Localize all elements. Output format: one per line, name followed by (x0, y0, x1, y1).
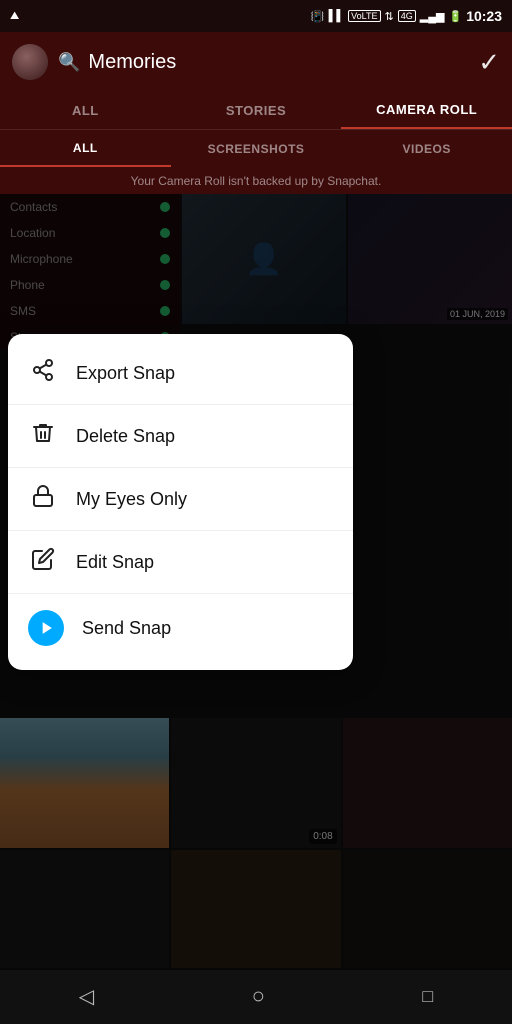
tab-videos[interactable]: VIDEOS (341, 132, 512, 166)
signal-icon: ▌▌ (329, 10, 345, 22)
edit-icon (28, 547, 58, 577)
status-left: ⛰ (10, 10, 19, 23)
4g-label: 4G (398, 10, 416, 22)
content-area: Contacts Location Microphone Phone SMS S… (0, 194, 512, 970)
page-title: Memories (88, 51, 176, 74)
volte-label: VoLTE (348, 10, 380, 22)
delete-snap-label: Delete Snap (76, 426, 175, 447)
tabs-row1: ALL STORIES CAMERA ROLL (0, 92, 512, 130)
tab-all[interactable]: ALL (0, 93, 171, 128)
tab-all-media[interactable]: ALL (0, 131, 171, 167)
photo-icon: ⛰ (10, 10, 19, 23)
backup-message: Your Camera Roll isn't backed up by Snap… (0, 168, 512, 194)
export-snap-label: Export Snap (76, 363, 175, 384)
recent-apps-button[interactable]: □ (422, 986, 433, 1007)
signal-bars-icon: ▂▄▆ (420, 10, 445, 23)
vibrate-icon: 📳 (311, 10, 325, 23)
edit-snap-button[interactable]: Edit Snap (8, 531, 353, 594)
avatar[interactable] (12, 44, 48, 80)
home-button[interactable]: ○ (252, 983, 265, 1009)
status-right: 📳 ▌▌ VoLTE ⇅ 4G ▂▄▆ 🔋 10:23 (311, 8, 502, 24)
top-bar: 🔍 Memories ✓ (0, 32, 512, 92)
trash-icon (28, 421, 58, 451)
context-menu: Export Snap Delete Snap My (8, 334, 353, 670)
tabs-row2: ALL SCREENSHOTS VIDEOS (0, 130, 512, 168)
eyes-only-label: My Eyes Only (76, 489, 187, 510)
top-bar-left: 🔍 Memories (12, 44, 176, 80)
tab-camera-roll[interactable]: CAMERA ROLL (341, 92, 512, 129)
export-snap-button[interactable]: Export Snap (8, 342, 353, 405)
data-arrow-icon: ⇅ (385, 10, 394, 23)
search-icon[interactable]: 🔍 (58, 52, 80, 73)
eyes-only-button[interactable]: My Eyes Only (8, 468, 353, 531)
send-snap-label: Send Snap (82, 618, 171, 639)
back-button[interactable]: ◁ (79, 984, 94, 1009)
status-bar: ⛰ 📳 ▌▌ VoLTE ⇅ 4G ▂▄▆ 🔋 10:23 (0, 0, 512, 32)
search-row: 🔍 Memories (58, 51, 176, 74)
tab-screenshots[interactable]: SCREENSHOTS (171, 132, 342, 166)
send-icon (28, 610, 64, 646)
tab-stories[interactable]: STORIES (171, 93, 342, 128)
bottom-nav: ◁ ○ □ (0, 968, 512, 1024)
clock: 10:23 (466, 8, 502, 24)
edit-snap-label: Edit Snap (76, 552, 154, 573)
battery-icon: 🔋 (448, 10, 462, 23)
select-all-button[interactable]: ✓ (478, 47, 500, 78)
share-icon (28, 358, 58, 388)
delete-snap-button[interactable]: Delete Snap (8, 405, 353, 468)
send-snap-button[interactable]: Send Snap (8, 594, 353, 662)
lock-icon (28, 484, 58, 514)
